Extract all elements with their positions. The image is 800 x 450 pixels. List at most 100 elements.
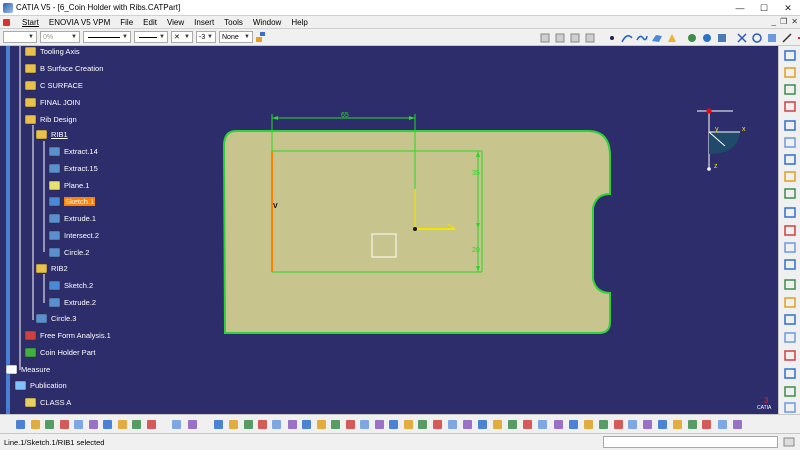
- toolbar-button-icon[interactable]: [373, 418, 386, 431]
- spline-icon[interactable]: [783, 136, 797, 149]
- helix-icon[interactable]: [783, 153, 797, 166]
- toolbar-button-icon[interactable]: [491, 418, 504, 431]
- tree-item[interactable]: B Surface Creation: [24, 61, 103, 75]
- toolbar-button-icon[interactable]: [130, 418, 143, 431]
- tree-item[interactable]: Tooling Axis: [24, 46, 80, 58]
- toolbar-button-icon[interactable]: [700, 418, 713, 431]
- tree-item[interactable]: Extrude.1: [48, 211, 96, 225]
- blend-icon[interactable]: [765, 31, 778, 44]
- minimize-button[interactable]: —: [728, 0, 752, 16]
- tree-item[interactable]: FINAL JOIN: [24, 95, 80, 109]
- toolbar-button-icon[interactable]: [58, 418, 71, 431]
- tree-item[interactable]: Extrude.2: [48, 295, 96, 309]
- toolbar-button-icon[interactable]: [358, 418, 371, 431]
- layer-combo[interactable]: -3 ▼: [196, 31, 216, 43]
- toolbar-button-icon[interactable]: [116, 418, 129, 431]
- toolbar-button-icon[interactable]: [671, 418, 684, 431]
- translate-icon[interactable]: [783, 385, 797, 398]
- sweep-icon[interactable]: [783, 258, 797, 271]
- painter-icon[interactable]: [254, 31, 267, 44]
- tree-item[interactable]: RIB1: [35, 127, 68, 141]
- toolbar-button-icon[interactable]: [656, 418, 669, 431]
- spline-icon[interactable]: [635, 31, 648, 44]
- menu-file[interactable]: File: [115, 16, 138, 29]
- circle-icon[interactable]: [783, 119, 797, 132]
- fill-color-combo[interactable]: ▼: [3, 31, 37, 43]
- toolbar-button-icon[interactable]: [14, 418, 27, 431]
- toolbar-button-icon[interactable]: [431, 418, 444, 431]
- toolbar-button-icon[interactable]: [43, 418, 56, 431]
- toolbar-button-icon[interactable]: [145, 418, 158, 431]
- toolbar-button-icon[interactable]: [344, 418, 357, 431]
- join-icon[interactable]: [795, 31, 800, 44]
- toolbar-button-icon[interactable]: [686, 418, 699, 431]
- toolbar-button-icon[interactable]: [536, 418, 549, 431]
- 3d-viewport[interactable]: 65 35 20 V x y z Tooling Axis B Surface C…: [0, 46, 778, 414]
- boundary-icon[interactable]: [783, 349, 797, 362]
- toolbar-button-icon[interactable]: [521, 418, 534, 431]
- menu-start[interactable]: Start: [17, 16, 44, 29]
- connect-icon[interactable]: [783, 187, 797, 200]
- rib-surface[interactable]: [222, 130, 611, 334]
- tree-item[interactable]: Measure: [5, 362, 50, 376]
- point-symbol-combo[interactable]: ✕ ▼: [171, 31, 193, 43]
- curve-icon[interactable]: [620, 31, 633, 44]
- duplicate-icon[interactable]: [583, 31, 596, 44]
- toolbar-button-icon[interactable]: [387, 418, 400, 431]
- toolbar-button-icon[interactable]: [212, 418, 225, 431]
- tree-item[interactable]: Extract.14: [48, 144, 98, 158]
- tree-item[interactable]: Intersect.2: [48, 228, 99, 242]
- tree-item[interactable]: Circle.3: [35, 311, 76, 325]
- tree-item[interactable]: Coin Holder Part: [24, 345, 95, 359]
- toolbar-button-icon[interactable]: [626, 418, 639, 431]
- toolbar-button-icon[interactable]: [416, 418, 429, 431]
- menu-window[interactable]: Window: [248, 16, 286, 29]
- scale-icon[interactable]: [750, 31, 763, 44]
- toolbar-button-icon[interactable]: [315, 418, 328, 431]
- menu-insert[interactable]: Insert: [189, 16, 219, 29]
- toolbar-button-icon[interactable]: [270, 418, 283, 431]
- toolbar-button-icon[interactable]: [286, 418, 299, 431]
- toolbar-button-icon[interactable]: [402, 418, 415, 431]
- toolbar-button-icon[interactable]: [641, 418, 654, 431]
- toolbar-button-icon[interactable]: [101, 418, 114, 431]
- point-icon[interactable]: [783, 66, 797, 79]
- tree-item[interactable]: Rib Design: [24, 112, 77, 126]
- tree-item[interactable]: C SURFACE: [24, 78, 83, 92]
- line-type-combo[interactable]: ▼: [134, 31, 168, 43]
- power-input-field[interactable]: [603, 436, 778, 448]
- dimension-width-label[interactable]: 65: [341, 112, 349, 119]
- transform-icon[interactable]: [735, 31, 748, 44]
- point-icon[interactable]: [605, 31, 618, 44]
- toolbar-button-icon[interactable]: [186, 418, 199, 431]
- toolbar-button-icon[interactable]: [476, 418, 489, 431]
- power-input-button[interactable]: [782, 436, 796, 448]
- toolbar-button-icon[interactable]: [582, 418, 595, 431]
- toolbar-button-icon[interactable]: [227, 418, 240, 431]
- offset-icon[interactable]: [783, 241, 797, 254]
- tree-item[interactable]: Plane.1: [48, 178, 89, 192]
- doc-restore-button[interactable]: ❐: [780, 17, 787, 26]
- dimension-bottom-label[interactable]: 20: [472, 247, 480, 254]
- toolbar-button-icon[interactable]: [612, 418, 625, 431]
- toolbar-button-icon[interactable]: [731, 418, 744, 431]
- fill-icon[interactable]: [783, 278, 797, 291]
- toolbar-button-icon[interactable]: [446, 418, 459, 431]
- tree-item[interactable]: Sketch.2: [48, 278, 93, 292]
- toolbar-button-icon[interactable]: [552, 418, 565, 431]
- extrude-icon[interactable]: [783, 206, 797, 219]
- menu-enovia[interactable]: ENOVIA V5 VPM: [44, 16, 115, 29]
- toolbar-button-icon[interactable]: [87, 418, 100, 431]
- curvature-icon[interactable]: [715, 31, 728, 44]
- doc-minimize-button[interactable]: _: [772, 17, 776, 26]
- transparency-combo[interactable]: 0% ▼: [40, 31, 80, 43]
- fill-icon[interactable]: [665, 31, 678, 44]
- dimension-height-label[interactable]: 35: [472, 170, 480, 177]
- sketch-icon[interactable]: [783, 49, 797, 62]
- revolve-icon[interactable]: [783, 224, 797, 237]
- corner-icon[interactable]: [783, 170, 797, 183]
- line-icon[interactable]: [783, 83, 797, 96]
- doc-close-button[interactable]: ✕: [791, 17, 798, 26]
- line-thickness-combo[interactable]: ▼: [83, 31, 131, 43]
- toolbar-button-icon[interactable]: [29, 418, 42, 431]
